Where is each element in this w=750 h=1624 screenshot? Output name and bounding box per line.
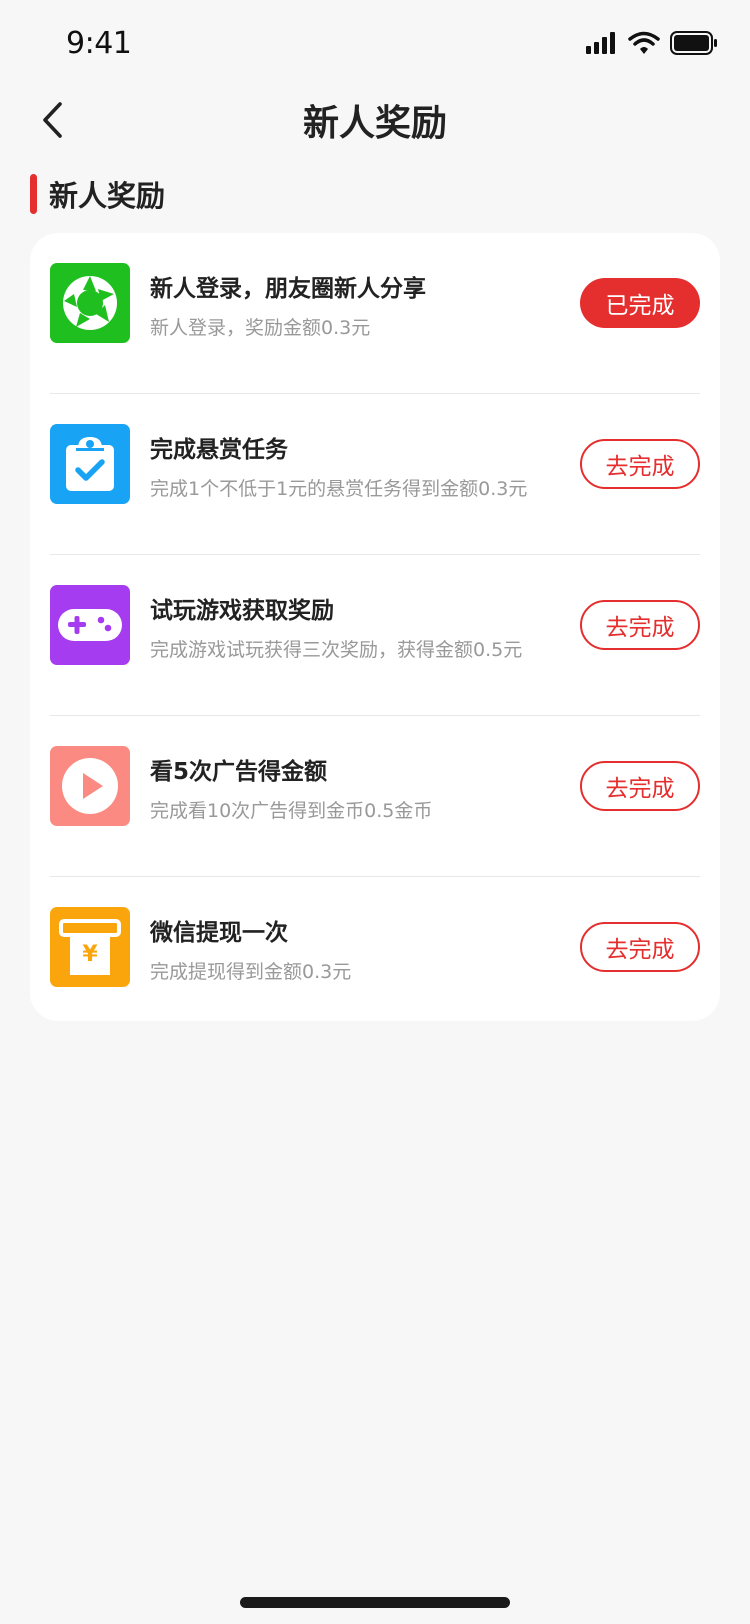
task-title: 完成悬赏任务 [150,437,288,463]
task-description: 完成看10次广告得到金币0.5金币 [150,800,433,822]
task-title: 新人登录，朋友圈新人分享 [150,276,426,302]
section-title: 新人奖励 [49,179,166,213]
section-header: 新人奖励 [30,172,165,216]
home-indicator [240,1597,510,1608]
task-title: 看5次广告得金额 [150,759,328,785]
battery-icon [670,31,717,55]
cellular-signal-icon [586,32,615,54]
section-accent-bar [30,174,37,214]
status-bar: 9:41 [0,0,750,92]
completed-button[interactable]: 已完成 [580,278,700,328]
camera-aperture-icon [50,263,130,343]
wifi-icon [628,31,660,54]
go-complete-button[interactable]: 去完成 [580,600,700,650]
clipboard-check-icon [50,424,130,504]
task-description: 完成提现得到金额0.3元 [150,961,352,983]
svg-text:¥: ¥ [82,942,98,967]
gamepad-icon [50,585,130,665]
go-complete-button[interactable]: 去完成 [580,761,700,811]
task-row: 完成悬赏任务 完成1个不低于1元的悬赏任务得到金额0.3元 去完成 [50,394,700,555]
task-row: ¥ 微信提现一次 完成提现得到金额0.3元 去完成 [50,877,700,1021]
task-description: 完成1个不低于1元的悬赏任务得到金额0.3元 [150,478,528,500]
task-description: 完成游戏试玩获得三次奖励，获得金额0.5元 [150,639,523,661]
withdraw-yen-icon: ¥ [50,907,130,987]
status-icons [586,31,718,55]
task-title: 试玩游戏获取奖励 [150,598,334,624]
nav-bar: 新人奖励 [0,80,750,160]
task-row: 看5次广告得金额 完成看10次广告得到金币0.5金币 去完成 [50,716,700,877]
go-complete-button[interactable]: 去完成 [580,922,700,972]
task-row: 试玩游戏获取奖励 完成游戏试玩获得三次奖励，获得金额0.5元 去完成 [50,555,700,716]
go-complete-button[interactable]: 去完成 [580,439,700,489]
task-row: 新人登录，朋友圈新人分享 新人登录，奖励金额0.3元 已完成 [50,233,700,394]
task-description: 新人登录，奖励金额0.3元 [150,317,371,339]
task-title: 微信提现一次 [150,920,288,946]
page-title: 新人奖励 [302,103,447,144]
task-card: 新人登录，朋友圈新人分享 新人登录，奖励金额0.3元 已完成 完成悬赏任务 完成… [30,233,720,1021]
status-time: 9:41 [66,26,132,61]
play-icon [50,746,130,826]
